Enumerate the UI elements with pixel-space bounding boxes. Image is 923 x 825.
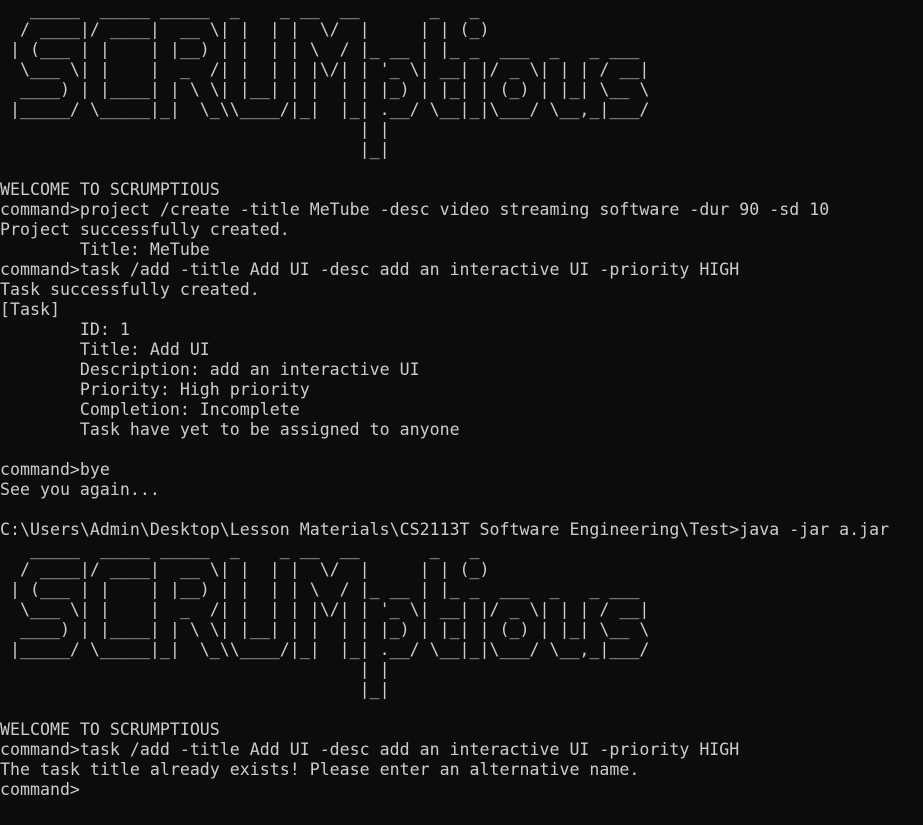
logo-line: |_____/ \_____|_| \_\\____/|_| |_| .__/ … bbox=[0, 100, 650, 119]
output-line: Description: add an interactive UI bbox=[0, 360, 420, 379]
logo-line: / ____|/ ____| __ \| | | | \/ | | | (_) bbox=[0, 20, 490, 39]
command-line: command>bye bbox=[0, 460, 110, 479]
output-line: Title: MeTube bbox=[0, 240, 210, 259]
session-output-1: WELCOME TO SCRUMPTIOUS command>project /… bbox=[0, 160, 923, 540]
welcome-message: WELCOME TO SCRUMPTIOUS bbox=[0, 720, 220, 739]
shell-prompt-line: C:\Users\Admin\Desktop\Lesson Materials\… bbox=[0, 520, 890, 539]
logo-line: |_| bbox=[0, 140, 390, 159]
session-output-2: WELCOME TO SCRUMPTIOUS command>task /add… bbox=[0, 700, 923, 800]
command-line: command>task /add -title Add UI -desc ad… bbox=[0, 740, 740, 759]
logo-line: | (___ | | | |__) | | | | \ / |_ __ | |_… bbox=[0, 40, 650, 59]
terminal-window[interactable]: _____ _____ _____ _ _ __ __ _ _ / ____|/… bbox=[0, 0, 923, 825]
logo-line: / ____|/ ____| __ \| | | | \/ | | | (_) bbox=[0, 560, 490, 579]
output-line: See you again... bbox=[0, 480, 160, 499]
command-line: command>project /create -title MeTube -d… bbox=[0, 200, 830, 219]
logo-line: ____) | |____| | \ \| |__| | | | | |_) |… bbox=[0, 620, 650, 639]
output-line: [Task] bbox=[0, 300, 60, 319]
error-message: The task title already exists! Please en… bbox=[0, 760, 640, 779]
logo-line: | | bbox=[0, 660, 390, 679]
ascii-logo-1: _____ _____ _____ _ _ __ __ _ _ / ____|/… bbox=[0, 0, 923, 160]
logo-line: _____ _____ _____ _ _ __ __ _ _ bbox=[0, 0, 490, 19]
logo-line: |_| bbox=[0, 680, 390, 699]
logo-line: | (___ | | | |__) | | | | \ / |_ __ | |_… bbox=[0, 580, 650, 599]
output-line: Project successfully created. bbox=[0, 220, 290, 239]
logo-line: \___ \| | | _ /| | | | |\/| | '_ \| __| … bbox=[0, 600, 650, 619]
ascii-logo-2: _____ _____ _____ _ _ __ __ _ _ / ____|/… bbox=[0, 540, 923, 700]
logo-line: \___ \| | | _ /| | | | |\/| | '_ \| __| … bbox=[0, 60, 650, 79]
logo-line: | | bbox=[0, 120, 390, 139]
prompt-text: command> bbox=[0, 780, 80, 799]
command-line: command>task /add -title Add UI -desc ad… bbox=[0, 260, 740, 279]
active-prompt[interactable]: command> bbox=[0, 780, 923, 800]
output-line: Completion: Incomplete bbox=[0, 400, 300, 419]
logo-line: ____) | |____| | \ \| |__| | | | | |_) |… bbox=[0, 80, 650, 99]
output-line: Task have yet to be assigned to anyone bbox=[0, 420, 460, 439]
output-line: Priority: High priority bbox=[0, 380, 310, 399]
welcome-message: WELCOME TO SCRUMPTIOUS bbox=[0, 180, 220, 199]
output-line: Title: Add UI bbox=[0, 340, 210, 359]
logo-line: |_____/ \_____|_| \_\\____/|_| |_| .__/ … bbox=[0, 640, 650, 659]
output-line: Task successfully created. bbox=[0, 280, 260, 299]
output-line: ID: 1 bbox=[0, 320, 130, 339]
logo-line: _____ _____ _____ _ _ __ __ _ _ bbox=[0, 540, 490, 559]
